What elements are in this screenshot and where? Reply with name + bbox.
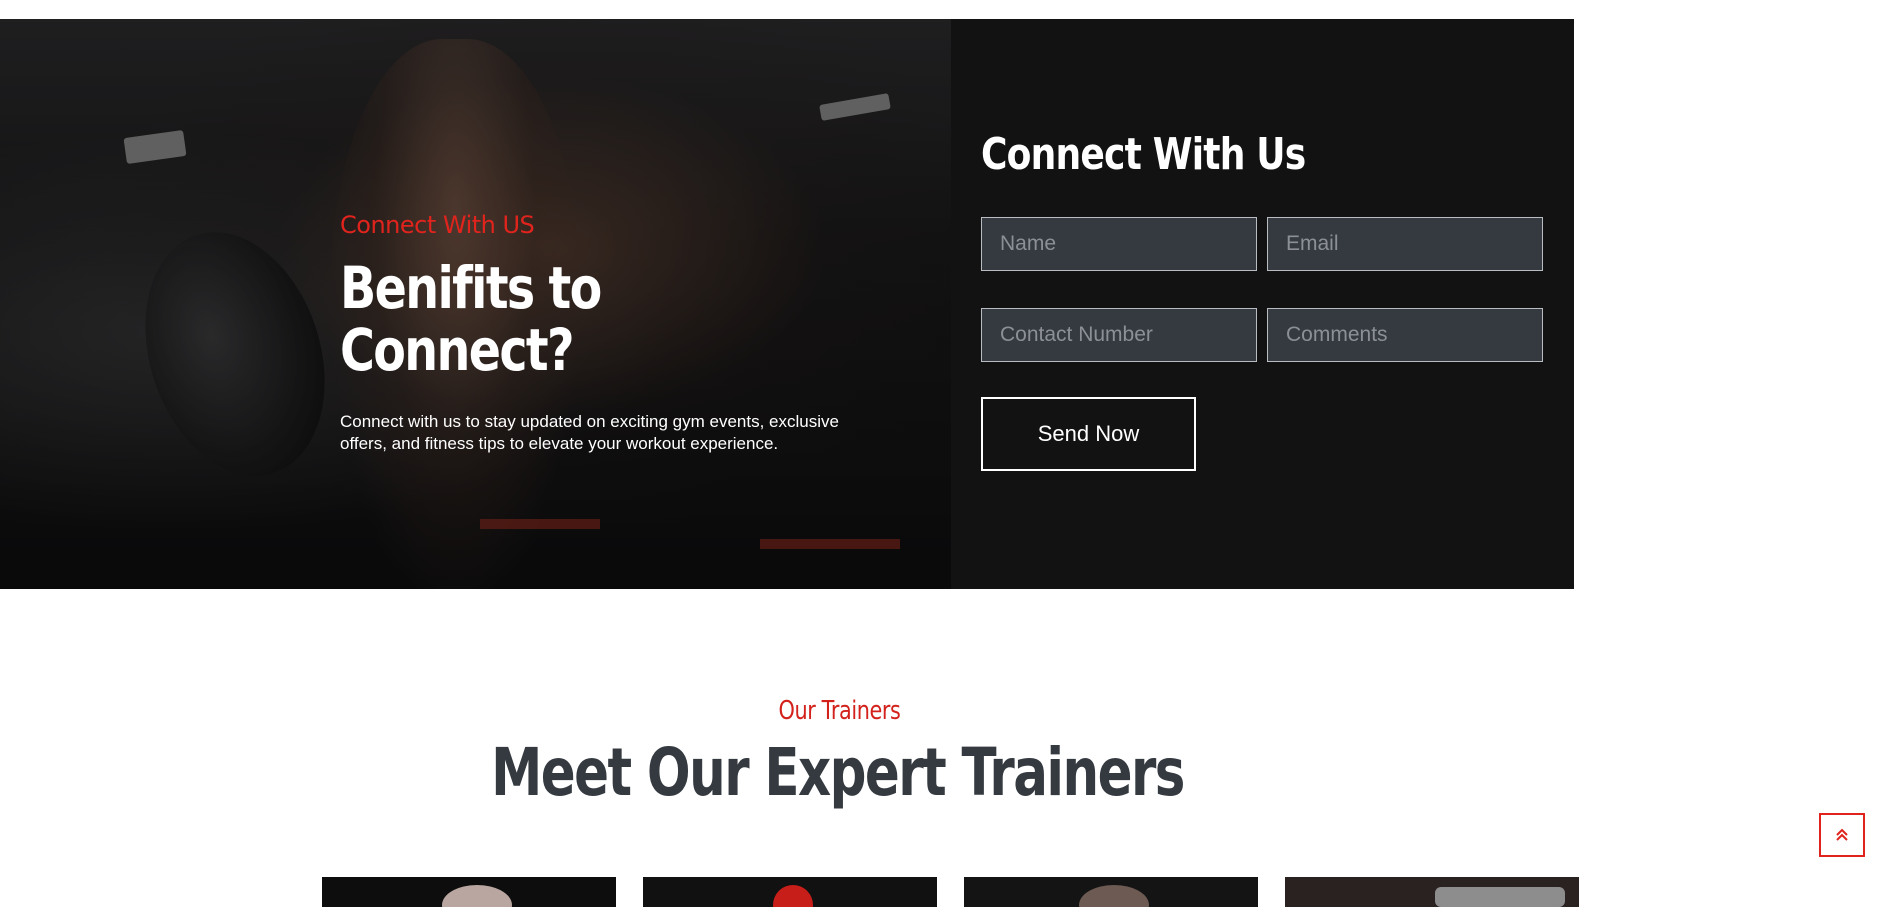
trainer-card[interactable] [964, 877, 1258, 907]
trainers-eyebrow: Our Trainers [778, 696, 901, 726]
email-field[interactable] [1267, 217, 1543, 271]
double-chevron-up-icon [1836, 828, 1848, 841]
trainer-card[interactable] [643, 877, 937, 907]
hero-image-panel: Connect With US Benifits to Connect? Con… [0, 19, 951, 589]
trainer-cards [322, 877, 1579, 907]
contact-number-field[interactable] [981, 308, 1257, 362]
name-field[interactable] [981, 217, 1257, 271]
contact-form-panel: Connect With Us Send Now [951, 19, 1574, 589]
connect-section: Connect With US Benifits to Connect? Con… [0, 19, 1574, 589]
comments-field[interactable] [1267, 308, 1543, 362]
form-title: Connect With Us [981, 129, 1306, 180]
trainers-section: Our Trainers Meet Our Expert Trainers [0, 680, 1891, 811]
trainer-photo [1435, 887, 1565, 907]
send-now-button[interactable]: Send Now [981, 397, 1196, 471]
trainers-heading: Meet Our Expert Trainers [491, 734, 1185, 811]
scroll-to-top-button[interactable] [1819, 813, 1865, 857]
hero-text-block: Connect With US Benifits to Connect? Con… [340, 211, 880, 455]
trainer-card[interactable] [1285, 877, 1579, 907]
connect-description: Connect with us to stay updated on excit… [340, 412, 839, 453]
connect-heading: Benifits to Connect? [340, 254, 602, 384]
trainer-card[interactable] [322, 877, 616, 907]
connect-eyebrow: Connect With US [340, 211, 535, 239]
